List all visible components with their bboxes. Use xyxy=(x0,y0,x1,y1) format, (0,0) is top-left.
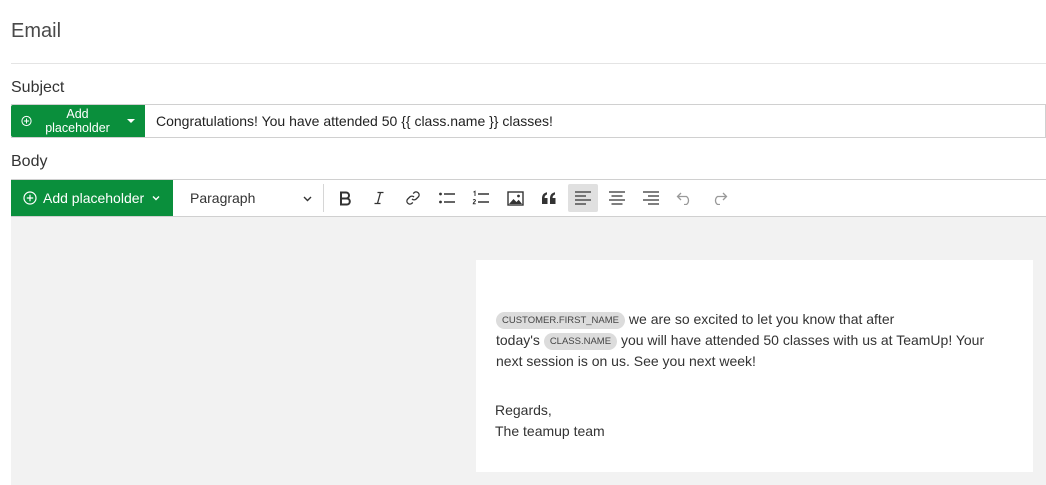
align-right-icon xyxy=(643,191,659,205)
link-button[interactable] xyxy=(398,184,428,212)
bold-button[interactable] xyxy=(330,184,360,212)
subject-add-placeholder-button[interactable]: Add placeholder xyxy=(11,105,145,137)
email-paragraph: CUSTOMER.FIRST_NAME we are so excited to… xyxy=(496,309,1013,372)
email-content-card[interactable]: CUSTOMER.FIRST_NAME we are so excited to… xyxy=(476,260,1033,472)
body-add-placeholder-label: Add placeholder xyxy=(43,189,145,206)
subject-add-placeholder-label: Add placeholder xyxy=(45,107,110,135)
divider xyxy=(11,63,1046,64)
editor-canvas[interactable]: CUSTOMER.FIRST_NAME we are so excited to… xyxy=(11,217,1046,485)
signature: Regards, The teamup team xyxy=(495,400,1013,442)
subject-label: Subject xyxy=(11,79,65,96)
toolbar-separator xyxy=(323,184,324,212)
chevron-down-icon xyxy=(303,196,312,201)
italic-button[interactable] xyxy=(364,184,394,212)
chevron-down-icon xyxy=(152,195,160,200)
numbered-list-button[interactable] xyxy=(466,184,496,212)
block-format-select[interactable]: Paragraph xyxy=(173,180,323,216)
subject-input[interactable] xyxy=(145,105,1045,137)
link-icon xyxy=(406,191,420,205)
placeholder-token-class-name[interactable]: CLASS.NAME xyxy=(543,333,618,350)
align-left-button[interactable] xyxy=(568,184,598,212)
align-right-button[interactable] xyxy=(636,184,666,212)
plus-circle-icon xyxy=(23,190,37,205)
align-center-button[interactable] xyxy=(602,184,632,212)
italic-icon xyxy=(374,191,384,205)
redo-icon xyxy=(714,192,728,205)
numbered-list-icon xyxy=(472,190,489,205)
body-add-placeholder-button[interactable]: Add placeholder xyxy=(11,179,173,216)
plus-circle-icon xyxy=(21,115,32,127)
signature-regards: Regards, xyxy=(495,402,552,418)
paragraph-text: we are so excited to let you know that a… xyxy=(625,311,895,327)
image-icon xyxy=(506,190,524,206)
bullet-list-icon xyxy=(439,192,455,204)
blockquote-button[interactable] xyxy=(534,184,564,212)
redo-button[interactable] xyxy=(704,184,734,212)
block-format-value: Paragraph xyxy=(190,190,256,206)
align-center-icon xyxy=(609,191,625,205)
placeholder-token-customer-first-name[interactable]: CUSTOMER.FIRST_NAME xyxy=(496,312,626,329)
editor-toolbar: Add placeholder Paragraph xyxy=(11,179,1046,217)
subject-row: Add placeholder xyxy=(11,104,1046,138)
undo-icon xyxy=(676,192,690,205)
blockquote-icon xyxy=(542,192,556,204)
caret-down-icon xyxy=(127,119,135,123)
bullet-list-button[interactable] xyxy=(432,184,462,212)
undo-button[interactable] xyxy=(670,184,700,212)
paragraph-text: today's xyxy=(496,332,544,348)
align-left-icon xyxy=(575,191,591,205)
signature-team: The teamup team xyxy=(495,423,605,439)
page-title: Email xyxy=(11,20,62,42)
image-button[interactable] xyxy=(500,184,530,212)
body-label: Body xyxy=(11,153,48,170)
bold-icon xyxy=(340,191,351,206)
